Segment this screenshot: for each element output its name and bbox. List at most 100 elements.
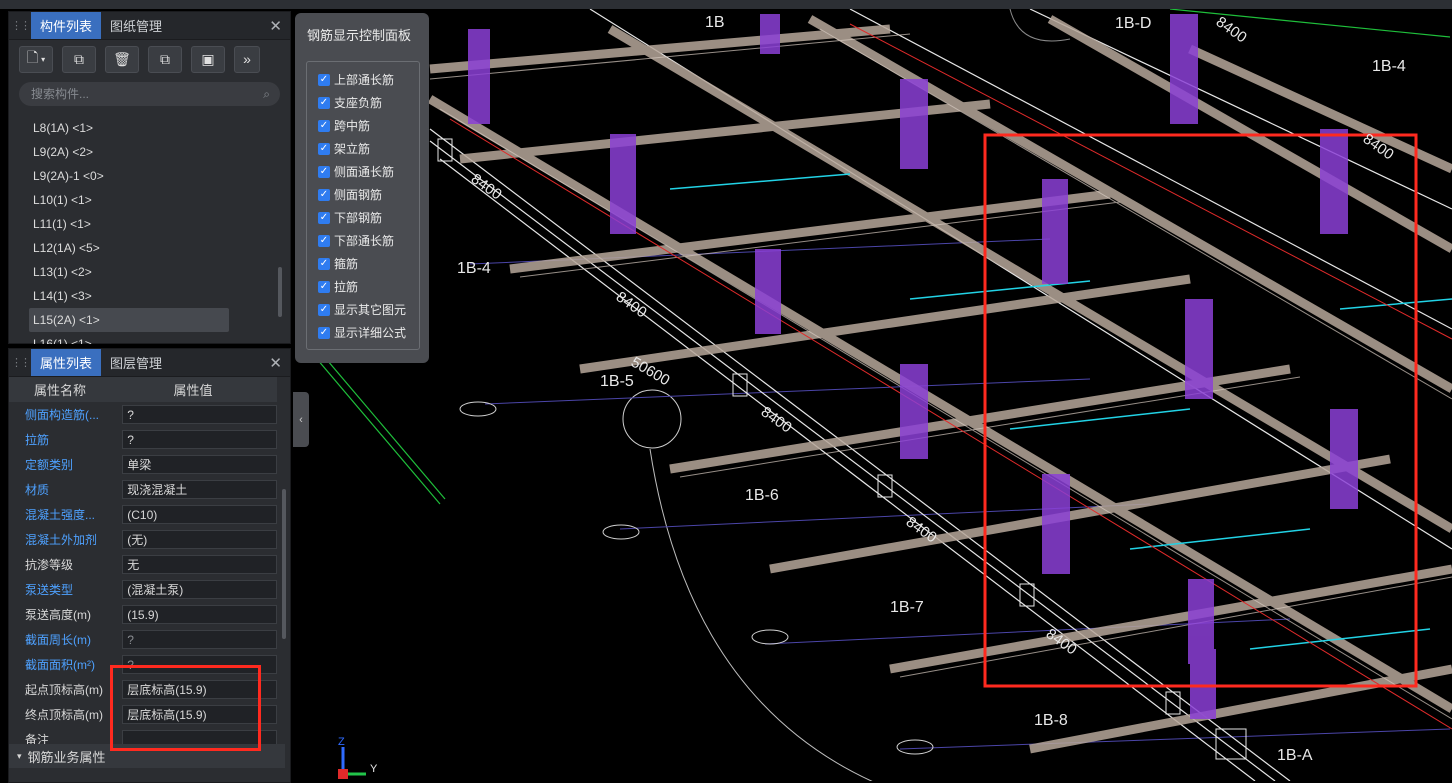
checkbox-bottom-continuous[interactable]: ✓ 下部通长筋 bbox=[307, 229, 419, 252]
checkbox-detailed-formula[interactable]: ✓ 显示详细公式 bbox=[307, 321, 419, 344]
list-item[interactable]: L11(1) <1> bbox=[29, 212, 229, 236]
check-icon: ✓ bbox=[318, 234, 330, 247]
checkbox-side[interactable]: ✓ 侧面钢筋 bbox=[307, 183, 419, 206]
component-search[interactable]: ⌕ bbox=[19, 82, 280, 106]
check-icon: ✓ bbox=[318, 119, 330, 132]
table-row: 泵送类型 (混凝土泵) bbox=[9, 577, 277, 602]
checkbox-label: 下部通长筋 bbox=[334, 234, 395, 248]
axis-label-1b4: 1B-4 bbox=[457, 260, 491, 277]
3d-viewport[interactable]: 1B-4 1B-5 1B-6 1B-7 1B-8 1B-4 1B-A 1B-D … bbox=[290, 9, 1452, 781]
list-item-selected[interactable]: L15(2A) <1> bbox=[29, 308, 229, 332]
property-value[interactable]: (无) bbox=[122, 530, 277, 549]
tab-layer-management[interactable]: 图层管理 bbox=[101, 349, 171, 376]
axis-label-1b8: 1B-8 bbox=[1034, 712, 1068, 729]
checkbox-bottom[interactable]: ✓ 下部钢筋 bbox=[307, 206, 419, 229]
new-file-icon: 🗋 bbox=[26, 49, 39, 65]
collapse-panel-button[interactable]: ‹ bbox=[293, 392, 309, 447]
table-row: 泵送高度(m) (15.9) bbox=[9, 602, 277, 627]
rebar-display-panel: 钢筋显示控制面板 ✓ 上部通长筋 ✓ 支座负筋 ✓ 跨中筋 ✓ 架立筋 ✓ 侧面通长筋 ✓… bbox=[295, 13, 429, 363]
property-value[interactable]: ? bbox=[122, 430, 277, 449]
property-value[interactable]: 单梁 bbox=[122, 455, 277, 474]
property-value[interactable]: (C10) bbox=[122, 505, 277, 524]
tab-property-list[interactable]: 属性列表 bbox=[31, 349, 102, 376]
property-name: 截面面积(m²) bbox=[25, 658, 95, 672]
copy-button[interactable]: ⧉ bbox=[62, 45, 96, 73]
more-button[interactable]: » bbox=[234, 45, 260, 73]
checkbox-side-continuous[interactable]: ✓ 侧面通长筋 bbox=[307, 160, 419, 183]
chevron-down-icon: ▾ bbox=[41, 54, 46, 64]
list-item[interactable]: L9(2A) <2> bbox=[29, 140, 229, 164]
property-value[interactable]: (混凝土泵) bbox=[122, 580, 277, 599]
list-item[interactable]: L10(1) <1> bbox=[29, 188, 229, 212]
component-toolbar: 🗋 ▾ ⧉ 🗑 ⧉ ▣ » bbox=[9, 40, 290, 78]
table-row: 拉筋? bbox=[9, 427, 277, 452]
save-button[interactable]: ▣ bbox=[191, 45, 225, 73]
component-panel-header: ⋮⋮ 构件列表 图纸管理 ✕ bbox=[9, 12, 290, 40]
rebar-options: ✓ 上部通长筋 ✓ 支座负筋 ✓ 跨中筋 ✓ 架立筋 ✓ 侧面通长筋 ✓ 侧面钢筋 ✓ 下部钢… bbox=[306, 61, 420, 350]
checkbox-support-negative[interactable]: ✓ 支座负筋 bbox=[307, 91, 419, 114]
list-item[interactable]: L14(1) <3> bbox=[29, 284, 229, 308]
drag-grip-icon[interactable]: ⋮⋮ bbox=[9, 349, 31, 376]
list-item[interactable]: L8(1A) <1> bbox=[29, 116, 229, 140]
checkbox-label: 架立筋 bbox=[334, 142, 371, 156]
checkbox-other-elements[interactable]: ✓ 显示其它图元 bbox=[307, 298, 419, 321]
svg-text:Y: Y bbox=[370, 763, 378, 775]
search-icon[interactable]: ⌕ bbox=[263, 87, 270, 102]
property-name: 起点顶标高(m) bbox=[25, 683, 103, 697]
check-icon: ✓ bbox=[318, 165, 330, 178]
checkbox-erection[interactable]: ✓ 架立筋 bbox=[307, 137, 419, 160]
checkbox-top-continuous[interactable]: ✓ 上部通长筋 bbox=[307, 68, 419, 91]
new-component-button[interactable]: 🗋 ▾ bbox=[19, 45, 53, 73]
property-panel: ⋮⋮ 属性列表 图层管理 ✕ 属性名称 属性值 侧面构造筋(...? 拉筋? 定… bbox=[8, 348, 291, 783]
property-name: 抗渗等级 bbox=[25, 558, 74, 572]
property-name: 混凝土强度... bbox=[25, 508, 96, 522]
scrollbar[interactable] bbox=[282, 489, 286, 639]
check-icon: ✓ bbox=[318, 96, 330, 109]
close-icon[interactable]: ✕ bbox=[269, 354, 282, 372]
search-input[interactable] bbox=[29, 86, 264, 102]
property-name: 拉筋 bbox=[25, 433, 50, 447]
save-icon: ▣ bbox=[201, 50, 215, 67]
close-icon[interactable]: ✕ bbox=[269, 17, 282, 35]
property-panel-header: ⋮⋮ 属性列表 图层管理 ✕ bbox=[9, 349, 290, 377]
chevron-left-icon: ‹ bbox=[299, 413, 303, 426]
table-row: 截面周长(m)? bbox=[9, 627, 277, 652]
component-tree: L8(1A) <1> L9(2A) <2> L9(2A)-1 <0> L10(1… bbox=[29, 116, 229, 344]
checkbox-label: 支座负筋 bbox=[334, 96, 383, 110]
copy-layer-button[interactable]: ⧉ bbox=[148, 45, 182, 73]
layers-icon: ⧉ bbox=[160, 50, 170, 67]
list-item[interactable]: L12(1A) <5> bbox=[29, 236, 229, 260]
drag-grip-icon[interactable]: ⋮⋮ bbox=[9, 12, 31, 39]
check-icon: ✓ bbox=[318, 280, 330, 293]
table-row: 定额类别 单梁 bbox=[9, 452, 277, 477]
scrollbar[interactable] bbox=[278, 267, 282, 317]
list-item[interactable]: L9(2A)-1 <0> bbox=[29, 164, 229, 188]
list-item[interactable]: L13(1) <2> bbox=[29, 260, 229, 284]
check-icon: ✓ bbox=[318, 142, 330, 155]
property-value[interactable]: 现浇混凝土 bbox=[122, 480, 277, 499]
checkbox-stirrup[interactable]: ✓ 箍筋 bbox=[307, 252, 419, 275]
table-row: 抗渗等级 无 bbox=[9, 552, 277, 577]
checkbox-tie[interactable]: ✓ 拉筋 bbox=[307, 275, 419, 298]
table-row: 混凝土外加剂 (无) bbox=[9, 527, 277, 552]
checkbox-label: 显示详细公式 bbox=[334, 326, 407, 340]
property-value[interactable]: ? bbox=[122, 405, 277, 424]
svg-text:1B: 1B bbox=[705, 14, 725, 31]
delete-button[interactable]: 🗑 bbox=[105, 45, 139, 73]
property-name: 材质 bbox=[25, 483, 50, 497]
tab-drawing-management[interactable]: 图纸管理 bbox=[101, 12, 171, 39]
checkbox-midspan[interactable]: ✓ 跨中筋 bbox=[307, 114, 419, 137]
tab-component-list[interactable]: 构件列表 bbox=[31, 12, 102, 39]
highlight-box bbox=[110, 665, 261, 751]
list-item[interactable]: L16(1) <1> bbox=[29, 332, 229, 344]
check-icon: ✓ bbox=[318, 73, 330, 86]
check-icon: ✓ bbox=[318, 303, 330, 316]
property-value[interactable]: 无 bbox=[122, 555, 277, 574]
axis-label-1b4-right: 1B-4 bbox=[1372, 58, 1406, 75]
axis-label-1b7: 1B-7 bbox=[890, 599, 924, 616]
table-row: 侧面构造筋(...? bbox=[9, 402, 277, 427]
property-name: 定额类别 bbox=[25, 458, 74, 472]
checkbox-label: 侧面钢筋 bbox=[334, 188, 383, 202]
property-value[interactable]: (15.9) bbox=[122, 605, 277, 624]
checkbox-label: 跨中筋 bbox=[334, 119, 371, 133]
